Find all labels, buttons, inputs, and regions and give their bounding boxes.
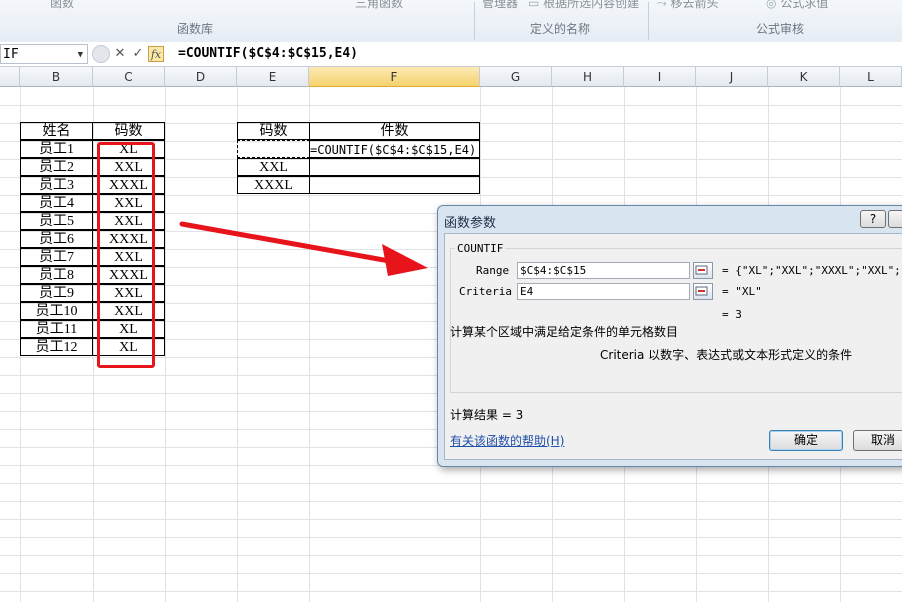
formula-result-preview: = 3 [722, 308, 742, 321]
ribbon-item[interactable]: 函数 [50, 0, 74, 11]
column-header-j[interactable]: J [696, 67, 768, 87]
table-cell-name[interactable]: 员工2 [20, 158, 93, 176]
name-icon: ▭ [528, 0, 540, 10]
table-cell-name[interactable]: 员工3 [20, 176, 93, 194]
gridline-row [0, 519, 902, 520]
ribbon-item-label: 根据所选内容创建 [543, 0, 640, 10]
argument-description: Criteria 以数字、表达式或文本形式定义的条件 [600, 348, 853, 362]
table-header-size[interactable]: 码数 [92, 122, 165, 140]
column-header-b[interactable]: B [20, 67, 93, 87]
calc-result: 计算结果 = 3 [450, 408, 524, 422]
table-cell-e5[interactable]: XXL [237, 158, 310, 176]
column-header-l[interactable]: L [840, 67, 902, 87]
ribbon-item[interactable]: ▭ 根据所选内容创建 [528, 0, 639, 11]
help-link[interactable]: 有关该函数的帮助(H) [450, 432, 564, 449]
table2-header-count[interactable]: 件数 [309, 122, 480, 140]
highlight-box [97, 142, 155, 368]
group-label-function-library: 函数库 [176, 22, 213, 36]
ribbon-item[interactable]: ◎ 公式求值 [766, 0, 828, 11]
table-cell-name[interactable]: 员工11 [20, 320, 93, 338]
formula-bar-grip-icon [92, 45, 110, 63]
gridline-row [0, 537, 902, 538]
column-header-h[interactable]: H [552, 67, 624, 87]
ribbon-item-label: 移去箭头 [670, 0, 719, 10]
table-cell-name[interactable]: 员工12 [20, 338, 93, 356]
table-cell-e4[interactable] [237, 140, 310, 158]
ribbon: 函数 三角函数 管理器 ▭ 根据所选内容创建 ⤳ 移去箭头 ◎ 公式求值 函数库… [0, 0, 902, 43]
collapse-dialog-icon[interactable] [693, 283, 713, 300]
table-cell-f6[interactable] [309, 176, 480, 194]
ribbon-item[interactable]: ⤳ 移去箭头 [657, 0, 718, 11]
table-cell-name[interactable]: 员工10 [20, 302, 93, 320]
ribbon-item-label: 公式求值 [780, 0, 829, 10]
column-header-f[interactable]: F [309, 67, 480, 87]
criteria-input[interactable]: E4 [517, 283, 690, 300]
table-cell-e6[interactable]: XXXL [237, 176, 310, 194]
gridline-row [0, 501, 902, 502]
enter-icon[interactable]: ✓ [130, 46, 146, 62]
remove-arrows-icon: ⤳ [657, 0, 667, 10]
column-header-e[interactable]: E [237, 67, 309, 87]
collapse-dialog-icon[interactable] [693, 262, 713, 279]
gridline-column [165, 87, 166, 602]
chevron-down-icon[interactable]: ▼ [78, 45, 83, 65]
function-name: COUNTIF [455, 242, 506, 255]
table-cell-f5[interactable] [309, 158, 480, 176]
dialog-title: 函数参数 [444, 216, 497, 231]
gridline-row [0, 591, 902, 592]
table-cell-name[interactable]: 员工1 [20, 140, 93, 158]
ok-button[interactable]: 确定 [769, 430, 843, 451]
gridline-row [0, 483, 902, 484]
column-header-i[interactable]: I [624, 67, 696, 87]
cancel-button[interactable]: 取消 [853, 430, 902, 451]
table-header-name[interactable]: 姓名 [20, 122, 93, 140]
help-button[interactable]: ? [860, 210, 886, 228]
table-cell-name[interactable]: 员工6 [20, 230, 93, 248]
table2-header-size[interactable]: 码数 [237, 122, 310, 140]
ribbon-divider [474, 2, 475, 40]
formula-input[interactable]: =COUNTIF($C$4:$C$15,E4) [178, 42, 358, 66]
range-input[interactable]: $C$4:$C$15 [517, 262, 690, 279]
column-header-c[interactable]: C [93, 67, 165, 87]
gridline-row [0, 573, 902, 574]
ribbon-item[interactable]: 管理器 [482, 0, 518, 11]
table-cell-name[interactable]: 员工8 [20, 266, 93, 284]
close-button[interactable] [888, 210, 902, 228]
group-label-formula-auditing: 公式审核 [755, 22, 804, 36]
table-cell-name[interactable]: 员工4 [20, 194, 93, 212]
name-box-value: IF [3, 47, 19, 62]
ribbon-divider [648, 2, 649, 40]
gridline-row [0, 105, 902, 106]
range-label: Range [476, 264, 510, 277]
table-cell-name[interactable]: 员工7 [20, 248, 93, 266]
function-description: 计算某个区域中满足给定条件的单元格数目 [450, 325, 679, 339]
column-header-g[interactable]: G [480, 67, 552, 87]
name-box[interactable]: IF ▼ [0, 44, 88, 64]
criteria-label: Criteria [459, 285, 512, 298]
evaluate-icon: ◎ [766, 0, 777, 10]
cancel-icon[interactable]: ✕ [112, 46, 128, 62]
range-result: = {"XL";"XXL";"XXXL";"XXL";"X [722, 264, 902, 277]
arrow-icon [179, 221, 428, 276]
column-header-k[interactable]: K [768, 67, 840, 87]
table-cell-name[interactable]: 员工5 [20, 212, 93, 230]
column-header-d[interactable]: D [165, 67, 237, 87]
gridline-row [0, 555, 902, 556]
table-cell-name[interactable]: 员工9 [20, 284, 93, 302]
group-label-defined-names: 定义的名称 [529, 22, 590, 36]
ribbon-item[interactable]: 三角函数 [355, 0, 403, 11]
insert-function-button[interactable]: fx [148, 46, 164, 62]
select-all-corner[interactable] [0, 67, 20, 87]
table-cell-f4-formula[interactable]: =COUNTIF($C$4:$C$15,E4) [309, 140, 480, 158]
criteria-result: = "XL" [722, 285, 762, 298]
